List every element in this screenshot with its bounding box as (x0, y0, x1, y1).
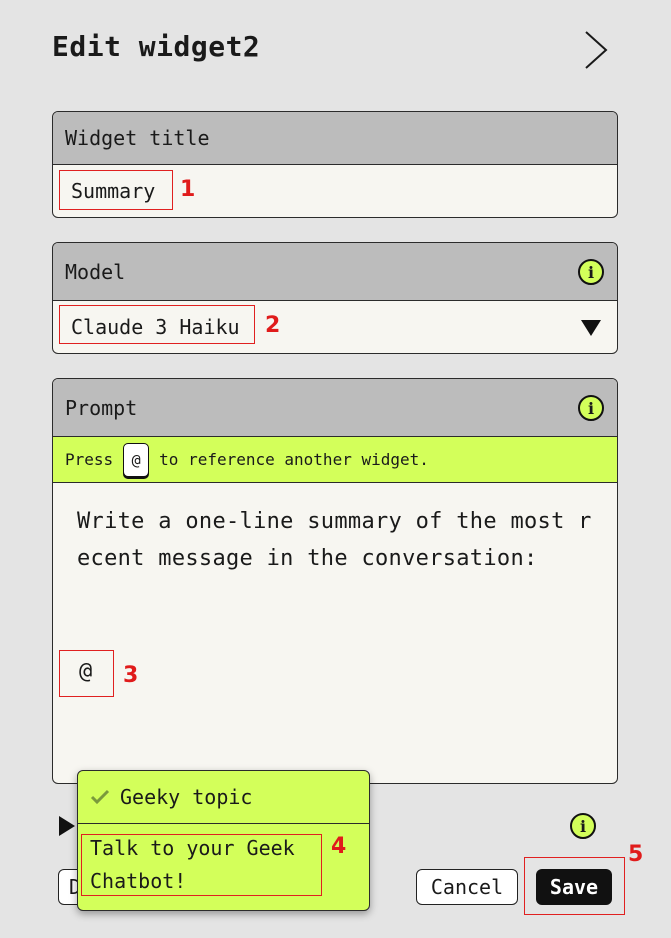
annotation-box-1 (59, 170, 173, 210)
annotation-number-5: 5 (628, 842, 644, 867)
play-icon[interactable] (58, 815, 76, 837)
widget-title-label: Widget title (53, 112, 617, 165)
popup-group-header: Geeky topic (78, 771, 369, 824)
hint-text-reference: to reference another widget. (159, 450, 429, 469)
info-icon[interactable]: i (578, 395, 604, 421)
prompt-section: Prompt i Press @ to reference another wi… (52, 378, 618, 784)
prompt-label: Prompt (65, 395, 138, 420)
annotation-box-2 (59, 305, 255, 344)
annotation-number-1: 1 (180, 177, 196, 202)
cancel-button[interactable]: Cancel (416, 869, 518, 905)
annotation-box-4 (81, 834, 322, 896)
info-icon[interactable]: i (570, 813, 596, 839)
model-label: Model (65, 259, 126, 284)
at-key-badge: @ (123, 442, 150, 477)
annotation-number-4: 4 (331, 834, 347, 859)
hint-text-press: Press (65, 450, 114, 469)
chevron-right-icon[interactable] (580, 28, 610, 72)
info-icon[interactable]: i (578, 259, 604, 285)
page-title: Edit widget2 (52, 30, 261, 63)
annotation-number-3: 3 (123, 663, 139, 688)
prompt-hint: Press @ to reference another widget. (53, 437, 617, 483)
checkmark-icon (90, 789, 110, 805)
prompt-textarea[interactable]: Write a one-line summary of the most rec… (53, 483, 617, 781)
annotation-box-3 (59, 650, 114, 697)
annotation-box-5 (524, 857, 625, 915)
annotation-number-2: 2 (265, 313, 281, 338)
triangle-down-icon (581, 320, 601, 336)
popup-group-label: Geeky topic (120, 785, 253, 809)
prompt-text: Write a one-line summary of the most rec… (77, 509, 592, 571)
